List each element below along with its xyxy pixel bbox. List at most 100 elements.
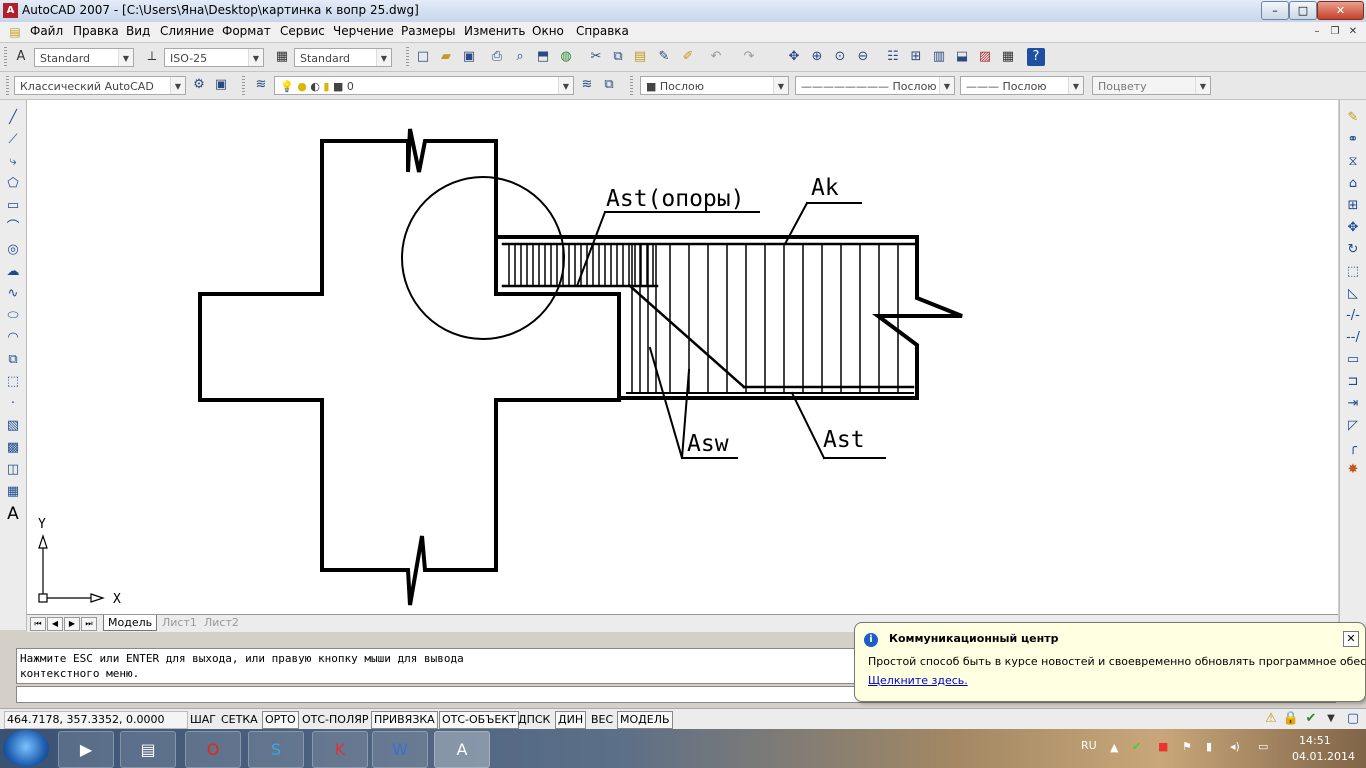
redo-icon[interactable]: ↷ — [740, 48, 758, 66]
toolbar-grip[interactable] — [4, 47, 7, 67]
security-tray-icon[interactable]: ✔ — [1132, 740, 1141, 753]
new-file-icon[interactable]: □ — [414, 48, 432, 66]
menu-dimension[interactable]: Размеры — [401, 24, 456, 38]
ellipse-arc-icon[interactable]: ◠ — [3, 328, 23, 348]
tab-model[interactable]: Модель — [103, 615, 158, 631]
label-ast[interactable]: Ast — [823, 427, 865, 453]
trusted-icon[interactable]: ✔ — [1302, 710, 1320, 728]
paste-icon[interactable]: ▤ — [631, 48, 649, 66]
autocad-app-icon[interactable]: A — [3, 3, 18, 18]
chamfer-icon[interactable]: ◸ — [1343, 416, 1363, 436]
network-icon[interactable]: ▮ — [1206, 740, 1212, 753]
extend-icon[interactable]: --/ — [1343, 328, 1363, 348]
language-indicator[interactable]: RU — [1081, 739, 1097, 752]
media-player-icon[interactable]: ▶ — [58, 731, 114, 768]
save-icon[interactable]: ▣ — [460, 48, 478, 66]
hatch-icon[interactable]: ▧ — [3, 416, 23, 436]
zoom-window-icon[interactable]: ⊙ — [831, 48, 849, 66]
maximize-button[interactable]: □ — [1289, 1, 1317, 20]
action-center-icon[interactable]: ⚑ — [1182, 740, 1192, 753]
volume-icon[interactable]: ◂) — [1230, 740, 1240, 753]
toolbar-grip[interactable] — [406, 47, 409, 67]
doc-restore-button[interactable]: ❐ — [1328, 25, 1342, 38]
minimize-button[interactable]: – — [1261, 1, 1289, 20]
layer-manager-icon[interactable]: ≋ — [252, 76, 270, 94]
power-icon[interactable]: ▭ — [1258, 740, 1268, 753]
plotstyle-control-select[interactable]: Поцвету ▼ — [1092, 76, 1211, 95]
gradient-icon[interactable]: ▩ — [3, 438, 23, 458]
insert-block-icon[interactable]: ⧉ — [3, 350, 23, 370]
arc-icon[interactable]: ⌒ — [3, 218, 23, 238]
color-control-select[interactable]: ■ Послою ▼ — [640, 76, 789, 95]
copy-icon[interactable]: ⧉ — [609, 48, 627, 66]
zoom-previous-icon[interactable]: ⊖ — [854, 48, 872, 66]
label-ak[interactable]: Ak — [811, 175, 839, 201]
block-editor-icon[interactable]: ✐ — [679, 48, 697, 66]
line-icon[interactable]: ╱ — [3, 108, 23, 128]
close-button[interactable]: ✕ — [1317, 1, 1364, 20]
open-file-icon[interactable]: ▰ — [437, 48, 455, 66]
break-at-point-icon[interactable]: ▭ — [1343, 350, 1363, 370]
scale-icon[interactable]: ⬚ — [1343, 262, 1363, 282]
word-icon[interactable]: W — [372, 731, 428, 768]
otrack-toggle[interactable]: ОТС-ОБЪЕКТ — [439, 711, 519, 729]
first-tab-button[interactable]: ⏮ — [30, 617, 46, 631]
start-button[interactable] — [3, 730, 49, 767]
opera-icon[interactable]: O — [185, 731, 241, 768]
kompas-icon[interactable]: K — [312, 731, 368, 768]
circle-icon[interactable]: ◎ — [3, 240, 23, 260]
workspace-select[interactable]: Классический AutoCAD ▼ — [14, 76, 186, 95]
spline-icon[interactable]: ∿ — [3, 284, 23, 304]
stretch-icon[interactable]: ◺ — [1343, 284, 1363, 304]
osnap-toggle[interactable]: ПРИВЯЗКА — [371, 711, 438, 729]
match-properties-icon[interactable]: ✎ — [655, 48, 673, 66]
coordinates-display[interactable]: 464.7178, 357.3352, 0.0000 — [4, 711, 188, 729]
last-tab-button[interactable]: ⏭ — [81, 617, 97, 631]
help-icon[interactable]: ? — [1027, 48, 1045, 66]
properties-icon[interactable]: ☷ — [884, 48, 902, 66]
balloon-close-button[interactable]: ✕ — [1343, 631, 1359, 647]
lineweight-toggle[interactable]: ВЕС — [588, 711, 616, 729]
prev-tab-button[interactable]: ◀ — [47, 617, 63, 631]
polar-toggle[interactable]: ОТС-ПОЛЯР — [299, 711, 372, 729]
clock-date[interactable]: 04.01.2014 — [1292, 750, 1355, 763]
mirror-icon[interactable]: ⧖ — [1343, 152, 1363, 172]
clean-screen-icon[interactable]: ▢ — [1344, 710, 1362, 728]
ducs-toggle[interactable]: ДПСК — [515, 711, 553, 729]
zoom-realtime-icon[interactable]: ⊕ — [808, 48, 826, 66]
plot-icon[interactable]: ⎙ — [488, 48, 506, 66]
design-center-icon[interactable]: ⊞ — [907, 48, 925, 66]
antivirus-tray-icon[interactable]: ■ — [1158, 740, 1168, 753]
toolbar-grip[interactable] — [242, 76, 245, 96]
menu-format[interactable]: Формат — [222, 24, 271, 38]
label-asw[interactable]: Asw — [687, 431, 729, 457]
menu-merge[interactable]: Слияние — [160, 24, 214, 38]
status-menu-icon[interactable]: ▼ — [1322, 710, 1340, 728]
model-toggle[interactable]: МОДЕЛЬ — [617, 711, 673, 729]
break-icon[interactable]: ⊐ — [1343, 372, 1363, 392]
trim-icon[interactable]: -/- — [1343, 306, 1363, 326]
offset-icon[interactable]: ⌂ — [1343, 174, 1363, 194]
table-icon[interactable]: ▦ — [3, 482, 23, 502]
ellipse-icon[interactable]: ⬭ — [3, 306, 23, 326]
skype-icon[interactable]: S — [248, 731, 304, 768]
doc-minimize-button[interactable]: – — [1310, 25, 1324, 38]
workspace-save-icon[interactable]: ▣ — [212, 76, 230, 94]
dim-style-select[interactable]: ISO-25 ▼ — [164, 48, 264, 67]
region-icon[interactable]: ◫ — [3, 460, 23, 480]
column-outline[interactable] — [198, 128, 621, 606]
revision-cloud-icon[interactable]: ☁ — [3, 262, 23, 282]
menu-window[interactable]: Окно — [532, 24, 564, 38]
label-ast-supports[interactable]: Ast(опоры) — [606, 186, 744, 212]
rotate-icon[interactable]: ↻ — [1343, 240, 1363, 260]
markup-icon[interactable]: ▨ — [976, 48, 994, 66]
next-tab-button[interactable]: ▶ — [64, 617, 80, 631]
menu-modify[interactable]: Изменить — [464, 24, 526, 38]
publish-web-icon[interactable]: ◍ — [557, 48, 575, 66]
autocad-taskbar-icon[interactable]: A — [434, 731, 490, 768]
polyline-icon[interactable]: ⤷ — [3, 152, 23, 172]
layer-select[interactable]: 💡 ● ◐ ▮ ■ 0 ▼ — [274, 76, 574, 95]
document-icon[interactable]: ▤ — [6, 23, 24, 41]
clock-time[interactable]: 14:51 — [1299, 734, 1331, 747]
workspace-settings-icon[interactable]: ⚙ — [190, 76, 208, 94]
